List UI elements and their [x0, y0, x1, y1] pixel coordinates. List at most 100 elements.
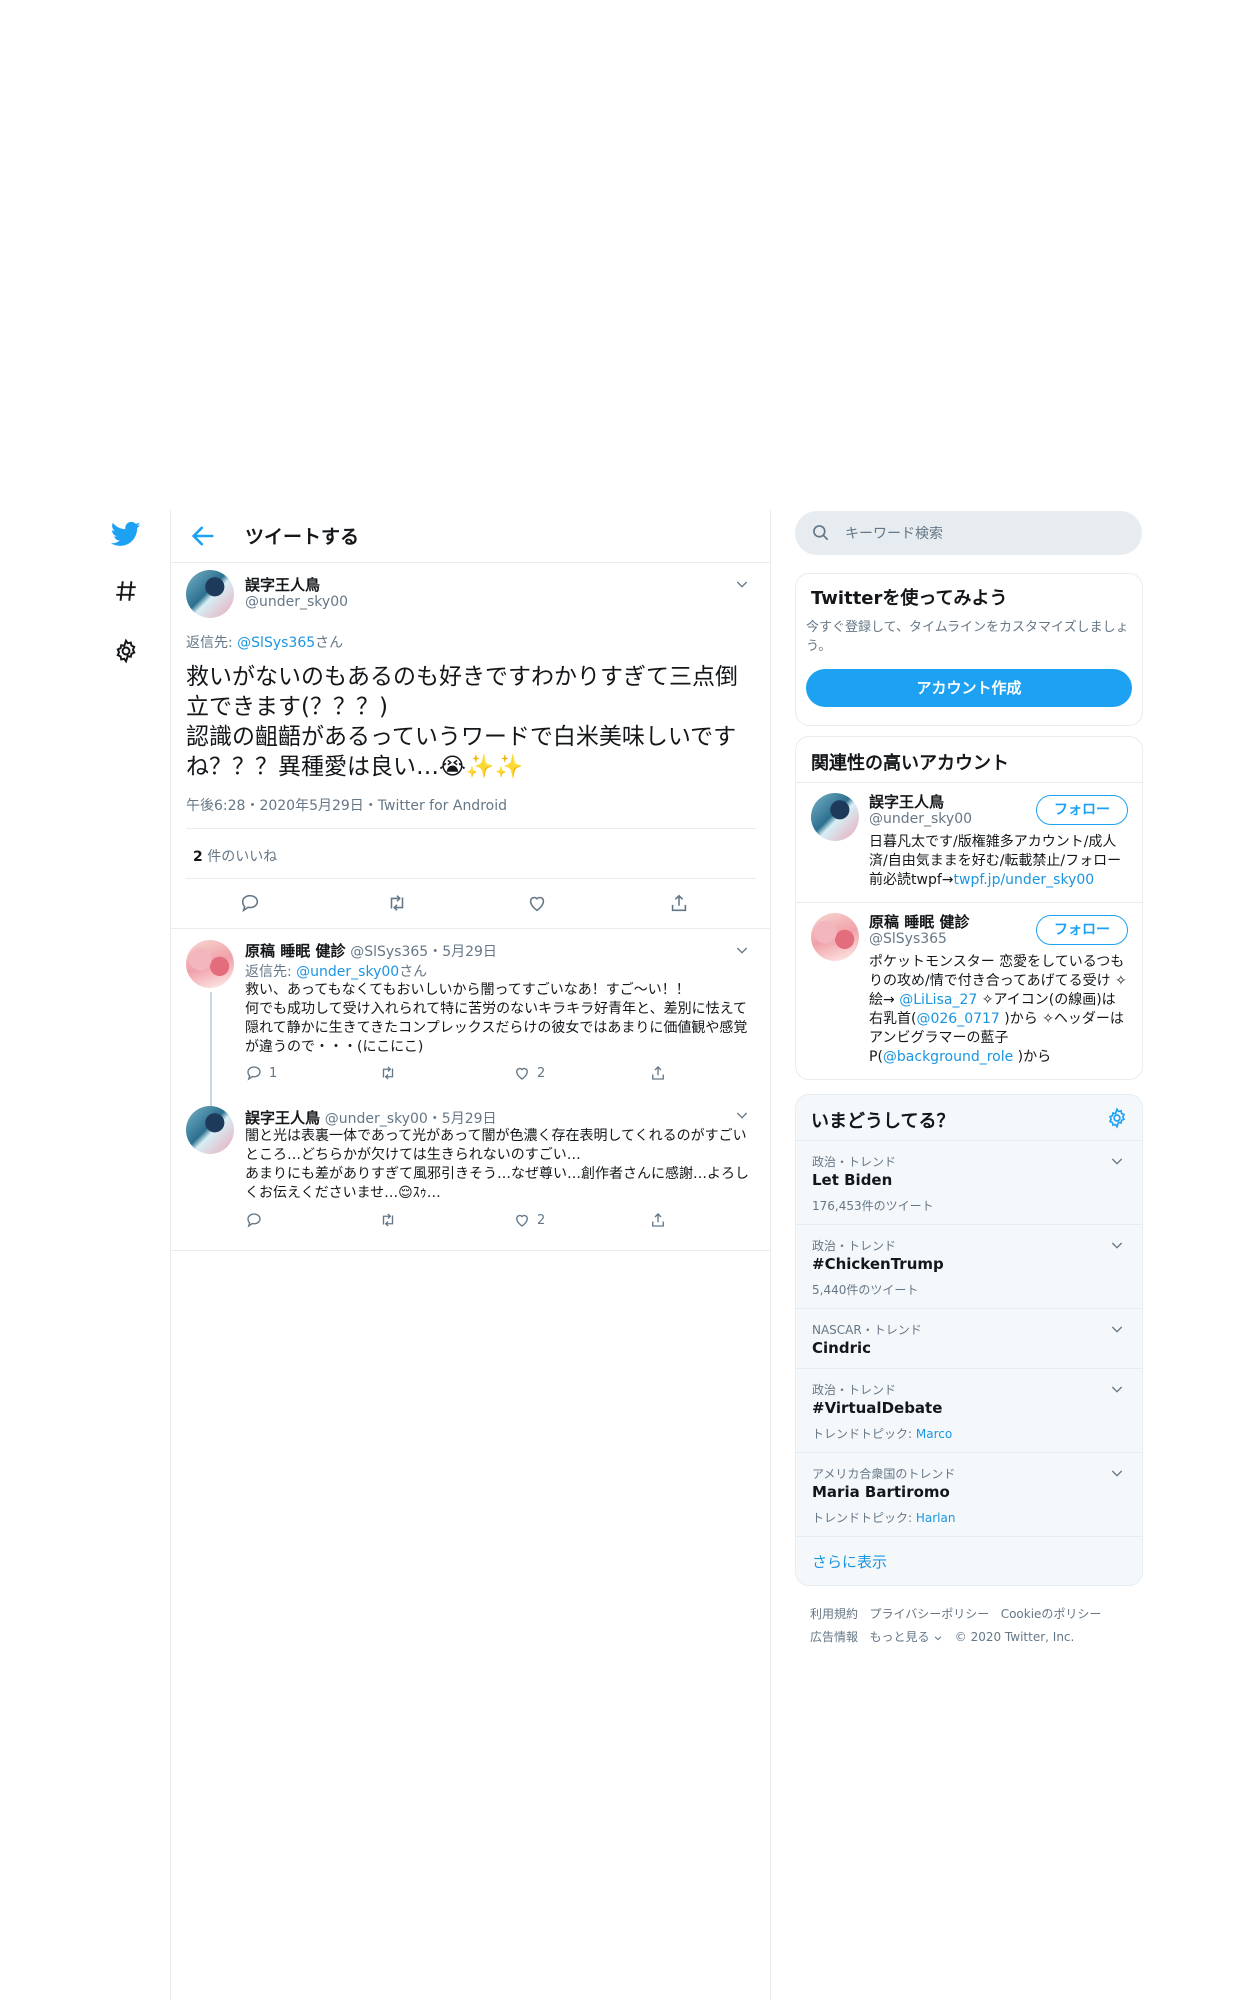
- cookie-link[interactable]: Cookieのポリシー: [1001, 1607, 1102, 1621]
- chevron-down-icon[interactable]: [734, 942, 750, 958]
- retweet-button[interactable]: [379, 1064, 397, 1082]
- hashtag-icon[interactable]: [108, 573, 144, 609]
- account-handle[interactable]: @under_sky00: [869, 811, 972, 827]
- like-count: 2: [537, 1065, 546, 1081]
- share-icon[interactable]: [668, 892, 690, 918]
- related-title: 関連性の高いアカウント: [811, 753, 1009, 774]
- bio-link[interactable]: @LiLisa_27: [899, 992, 977, 1008]
- likes-number: 2: [193, 849, 203, 865]
- user-handle-date[interactable]: @SlSys365・5月29日: [350, 944, 497, 960]
- gear-icon[interactable]: [108, 633, 144, 669]
- trends-card: いまどうしてる？ 政治・トレンド Let Biden 176,453件のツイート…: [795, 1094, 1143, 1586]
- search-icon: [813, 525, 829, 541]
- divider: [171, 928, 770, 929]
- more-link[interactable]: もっと見る: [869, 1630, 929, 1644]
- chevron-down-icon[interactable]: [734, 1107, 750, 1123]
- trend-item[interactable]: 政治・トレンド #ChickenTrump 5,440件のツイート: [796, 1224, 1142, 1309]
- like-icon[interactable]: [526, 892, 548, 918]
- chevron-down-icon[interactable]: [1109, 1381, 1125, 1397]
- timeline-column: ツイートする 誤字王人鳥 @under_sky00 返信先: @SlSys365…: [170, 510, 771, 2000]
- user-handle-date[interactable]: @under_sky00・5月29日: [325, 1111, 497, 1127]
- like-button[interactable]: 2: [513, 1064, 545, 1082]
- trend-tweet-count: 176,453件のツイート: [812, 1199, 934, 1213]
- divider: [796, 902, 1142, 903]
- trends-title: いまどうしてる？: [811, 1111, 955, 1132]
- ads-link[interactable]: 広告情報: [810, 1630, 858, 1644]
- like-button[interactable]: 2: [513, 1211, 545, 1229]
- bio-text: )から: [1013, 1049, 1052, 1065]
- trend-topic-link[interactable]: Harlan: [916, 1511, 956, 1525]
- account-bio: ポケットモンスター 恋愛をしているつもりの攻め/情で付き合ってあげてる受け ✧絵…: [869, 953, 1129, 1067]
- reply-to-link[interactable]: @SlSys365: [237, 635, 315, 651]
- reply-icon[interactable]: [239, 892, 261, 918]
- create-account-button[interactable]: アカウント作成: [806, 669, 1132, 707]
- trend-category: 政治・トレンド: [812, 1155, 897, 1169]
- twitter-logo-icon[interactable]: [108, 516, 144, 552]
- divider: [186, 828, 756, 829]
- display-name[interactable]: 誤字王人鳥: [245, 1109, 320, 1127]
- avatar[interactable]: [186, 570, 234, 618]
- related-accounts-card: 関連性の高いアカウント 誤字王人鳥 @under_sky00 フォロー 日暮凡太…: [795, 736, 1143, 1080]
- account-handle[interactable]: @SlSys365: [869, 931, 947, 947]
- trend-item[interactable]: 政治・トレンド #VirtualDebate トレンドトピック: Marco: [796, 1368, 1142, 1453]
- reply-count: 1: [269, 1065, 278, 1081]
- display-name[interactable]: 原稿 睡眠 健診: [245, 942, 345, 960]
- tweet-text: 救い、あってもなくてもおいしいから闇ってすごいなあ！すご〜い！！ 何でも成功して…: [245, 982, 748, 1055]
- reply-prefix: 返信先:: [186, 635, 238, 651]
- user-handle[interactable]: @under_sky00: [245, 594, 348, 610]
- reply-header: 原稿 睡眠 健診 @SlSys365・5月29日: [245, 940, 497, 961]
- search-placeholder: キーワード検索: [845, 526, 943, 542]
- trend-item[interactable]: NASCAR・トレンド Cindric: [796, 1308, 1142, 1369]
- copyright: © 2020 Twitter, Inc.: [954, 1630, 1075, 1644]
- trend-item[interactable]: 政治・トレンド Let Biden 176,453件のツイート: [796, 1140, 1142, 1225]
- reply-suffix: さん: [399, 964, 428, 980]
- avatar[interactable]: [811, 793, 859, 841]
- account-bio: 日暮凡太です/版権雑多アカウント/成人済/自由気ままを好む/転載禁止/フォロー前…: [869, 833, 1129, 890]
- trend-item[interactable]: アメリカ合衆国のトレンド Maria Bartiromo トレンドトピック: H…: [796, 1452, 1142, 1537]
- chevron-down-icon[interactable]: [1109, 1321, 1125, 1337]
- display-name[interactable]: 誤字王人鳥: [245, 574, 320, 595]
- trend-category: アメリカ合衆国のトレンド: [812, 1467, 956, 1481]
- tweet-meta[interactable]: 午後6:28・2020年5月29日・Twitter for Android: [186, 795, 507, 815]
- like-count: 2: [537, 1212, 546, 1228]
- chevron-down-icon[interactable]: [1109, 1153, 1125, 1169]
- bio-link[interactable]: twpf.jp/under_sky00: [954, 872, 1095, 888]
- privacy-link[interactable]: プライバシーポリシー: [869, 1607, 989, 1621]
- avatar[interactable]: [186, 1106, 234, 1154]
- retweet-button[interactable]: [379, 1211, 397, 1229]
- footer-links: 広告情報 もっと見る © 2020 Twitter, Inc.: [810, 1628, 1074, 1645]
- avatar[interactable]: [186, 940, 234, 988]
- likes-count[interactable]: 2 件のいいね: [193, 846, 277, 866]
- reply-context: 返信先: @SlSys365さん: [186, 632, 343, 652]
- show-more-row[interactable]: さらに表示: [796, 1536, 1142, 1585]
- reply-button[interactable]: [245, 1211, 263, 1229]
- page-header: ツイートする: [171, 510, 770, 563]
- follow-button[interactable]: フォロー: [1036, 915, 1128, 945]
- bio-link[interactable]: @background_role: [883, 1049, 1013, 1065]
- share-button[interactable]: [649, 1211, 667, 1229]
- chevron-down-icon[interactable]: [1109, 1237, 1125, 1253]
- follow-button[interactable]: フォロー: [1036, 795, 1128, 825]
- search-input[interactable]: キーワード検索: [795, 511, 1142, 555]
- divider: [186, 878, 756, 879]
- retweet-icon[interactable]: [386, 892, 408, 918]
- reply-to-link[interactable]: @under_sky00: [296, 964, 399, 980]
- reply-button[interactable]: 1: [245, 1064, 277, 1082]
- tweet-text: 救いがないのもあるのも好きですわかりすぎて三点倒立できます(？？？) 認識の齟齬…: [186, 664, 738, 780]
- chevron-down-icon[interactable]: [734, 576, 750, 592]
- reply-suffix: さん: [315, 635, 344, 651]
- chevron-down-icon[interactable]: [1109, 1465, 1125, 1481]
- trend-category: 政治・トレンド: [812, 1383, 897, 1397]
- trend-name: Let Biden: [812, 1171, 893, 1189]
- back-arrow-icon[interactable]: [189, 522, 217, 550]
- signup-text: 今すぐ登録して、タイムラインをカスタマイズしましょう。: [806, 620, 1129, 654]
- account-name[interactable]: 誤字王人鳥: [869, 791, 944, 812]
- show-more-link[interactable]: さらに表示: [812, 1551, 887, 1572]
- avatar[interactable]: [811, 913, 859, 961]
- trend-topic-link[interactable]: Marco: [916, 1427, 952, 1441]
- terms-link[interactable]: 利用規約: [810, 1607, 858, 1621]
- share-button[interactable]: [649, 1064, 667, 1082]
- bio-link[interactable]: @026_0717: [916, 1011, 999, 1027]
- gear-icon[interactable]: [1106, 1107, 1128, 1129]
- account-name[interactable]: 原稿 睡眠 健診: [869, 911, 969, 932]
